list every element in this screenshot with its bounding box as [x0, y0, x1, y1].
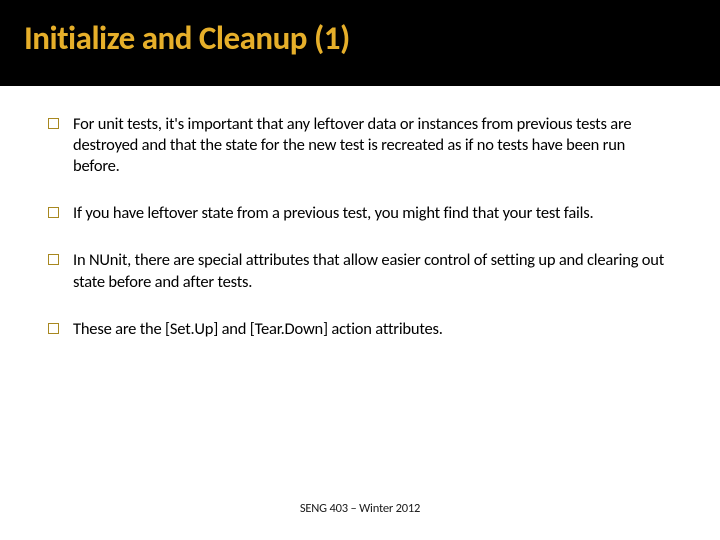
title-bar: Initialize and Cleanup (1) — [0, 0, 720, 86]
list-item: In NUnit, there are special attributes t… — [48, 250, 672, 292]
square-bullet-icon — [48, 118, 59, 129]
slide-footer: SENG 403 – Winter 2012 — [0, 501, 720, 516]
list-item: If you have leftover state from a previo… — [48, 203, 672, 224]
list-item: These are the [Set.Up] and [Tear.Down] a… — [48, 319, 672, 340]
slide-title: Initialize and Cleanup (1) — [24, 18, 696, 58]
square-bullet-icon — [48, 207, 59, 218]
bullet-text: These are the [Set.Up] and [Tear.Down] a… — [73, 319, 672, 340]
bullet-text: If you have leftover state from a previo… — [73, 203, 672, 224]
slide-content: For unit tests, it's important that any … — [0, 86, 720, 340]
square-bullet-icon — [48, 254, 59, 265]
bullet-text: For unit tests, it's important that any … — [73, 114, 672, 177]
list-item: For unit tests, it's important that any … — [48, 114, 672, 177]
square-bullet-icon — [48, 323, 59, 334]
bullet-text: In NUnit, there are special attributes t… — [73, 250, 672, 292]
